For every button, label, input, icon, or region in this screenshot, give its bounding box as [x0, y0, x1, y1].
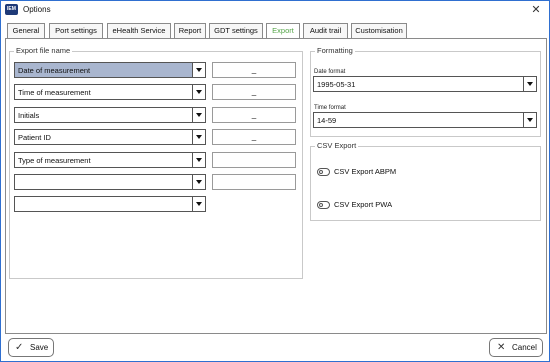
separator-input-4-value: _	[251, 132, 257, 141]
chevron-down-icon[interactable]	[192, 197, 205, 211]
toggle-knob	[319, 203, 323, 207]
csv-export-pwa-label: CSV Export PWA	[334, 200, 393, 209]
time-format-select[interactable]: 14-59	[313, 112, 537, 128]
csv-export-pwa-toggle[interactable]: CSV Export PWA	[317, 200, 427, 212]
date-format-value: 1995-05-31	[317, 80, 356, 89]
field-select-7[interactable]	[14, 196, 206, 212]
checkmark-icon: ✓	[15, 342, 24, 353]
app-logo: IEM	[5, 4, 18, 15]
separator-input-3[interactable]: _	[212, 107, 296, 123]
date-format-label: Date format	[314, 69, 346, 75]
tab-general[interactable]: General	[7, 23, 45, 39]
chevron-down-icon[interactable]	[523, 113, 536, 127]
toggle-switch-icon[interactable]	[317, 168, 330, 176]
chevron-down-icon[interactable]	[523, 77, 536, 91]
tab-port-settings[interactable]: Port settings	[49, 23, 103, 39]
cancel-button[interactable]: ✕ Cancel	[489, 338, 543, 357]
time-format-value: 14-59	[317, 116, 337, 125]
save-button-label: Save	[30, 343, 49, 352]
csv-export-abpm-label: CSV Export ABPM	[334, 167, 397, 176]
date-format-select[interactable]: 1995-05-31	[313, 76, 537, 92]
csv-export-abpm-toggle[interactable]: CSV Export ABPM	[317, 167, 427, 179]
title-bar[interactable]: IEM Options ✕	[1, 1, 549, 19]
chevron-down-icon[interactable]	[192, 130, 205, 144]
window-title: Options	[23, 5, 51, 14]
field-select-3-value: Initials	[18, 111, 40, 120]
field-select-5-value: Type of measurement	[18, 156, 91, 165]
separator-input-5[interactable]	[212, 152, 296, 168]
separator-input-1-value: _	[251, 65, 257, 74]
field-select-2-value: Time of measurement	[18, 88, 91, 97]
save-button[interactable]: ✓ Save	[8, 338, 54, 357]
csv-export-title: CSV Export	[315, 141, 359, 150]
chevron-down-icon[interactable]	[192, 175, 205, 189]
chevron-down-icon[interactable]	[192, 85, 205, 99]
separator-input-6[interactable]	[212, 174, 296, 190]
close-icon[interactable]: ✕	[525, 2, 547, 18]
time-format-label: Time format	[314, 105, 346, 111]
tab-report[interactable]: Report	[174, 23, 206, 39]
field-select-2[interactable]: Time of measurement	[14, 84, 206, 100]
cancel-button-label: Cancel	[512, 343, 537, 352]
field-select-6[interactable]	[14, 174, 206, 190]
chevron-down-icon[interactable]	[192, 63, 205, 77]
field-select-4-value: Patient ID	[18, 133, 51, 142]
toggle-switch-icon[interactable]	[317, 201, 330, 209]
separator-input-3-value: _	[251, 110, 257, 119]
field-select-1[interactable]: Date of measurement	[14, 62, 206, 78]
separator-input-1[interactable]: _	[212, 62, 296, 78]
formatting-title: Formatting	[315, 46, 355, 55]
tab-customisation[interactable]: Customisation	[351, 23, 407, 39]
field-select-3[interactable]: Initials	[14, 107, 206, 123]
chevron-down-icon[interactable]	[192, 153, 205, 167]
field-select-4[interactable]: Patient ID	[14, 129, 206, 145]
tab-ehealth-service[interactable]: eHealth Service	[107, 23, 171, 39]
close-icon: ✕	[497, 342, 506, 353]
separator-input-4[interactable]: _	[212, 129, 296, 145]
chevron-down-icon[interactable]	[192, 108, 205, 122]
toggle-knob	[319, 170, 323, 174]
options-window: IEM Options ✕ General Port settings eHea…	[0, 0, 550, 362]
separator-input-2-value: _	[251, 87, 257, 96]
export-file-name-title: Export file name	[14, 46, 73, 55]
tab-gdt-settings[interactable]: GDT settings	[209, 23, 263, 39]
field-select-1-value: Date of measurement	[18, 66, 91, 75]
field-select-5[interactable]: Type of measurement	[14, 152, 206, 168]
tab-audit-trail[interactable]: Audit trail	[303, 23, 348, 39]
separator-input-2[interactable]: _	[212, 84, 296, 100]
